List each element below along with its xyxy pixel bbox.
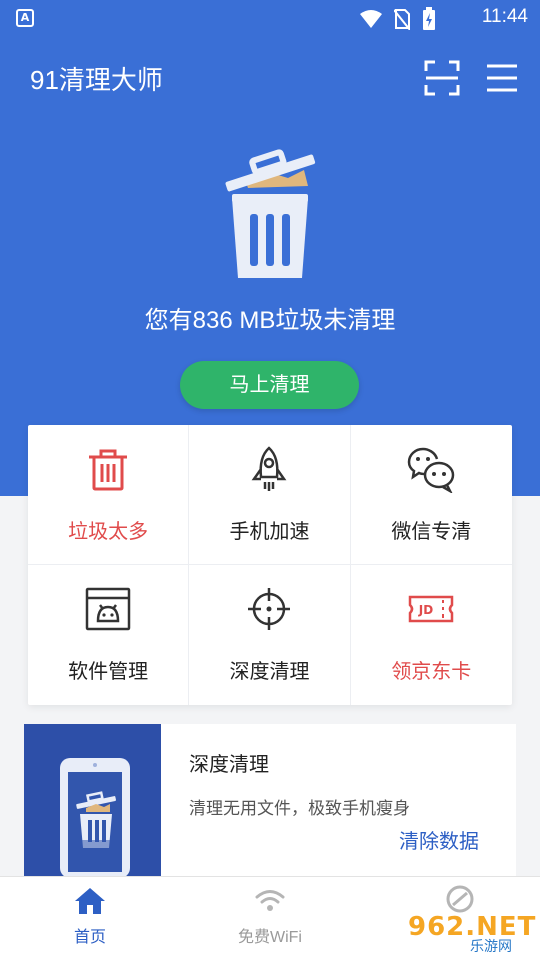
crosshair-icon [248, 588, 291, 630]
clear-data-link[interactable]: 清除数据 [399, 825, 479, 854]
android-box-icon [85, 587, 131, 631]
status-bar: A 11:44 [0, 0, 540, 36]
home-icon [75, 888, 105, 914]
notification-icon: A [16, 9, 34, 27]
grid-item-junk[interactable]: 垃圾太多 [28, 425, 190, 565]
phone-clean-illustration [60, 758, 130, 878]
scan-icon[interactable] [424, 60, 460, 96]
jd-card-icon-text: JD [418, 603, 433, 617]
promo-card[interactable]: 深度清理 清理无用文件，极致手机瘦身 清除数据 [24, 724, 516, 884]
menu-icon[interactable] [486, 62, 518, 94]
no-sim-icon [394, 9, 410, 30]
grid-item-label: 深度清理 [229, 661, 310, 683]
grid-item-label: 软件管理 [68, 661, 149, 683]
rocket-icon [252, 446, 287, 491]
grid-item-label: 微信专清 [391, 521, 472, 543]
feature-grid: 垃圾太多 手机加速 微信专清 软件管理 深度清理 JD 领京东卡 [28, 425, 512, 705]
promo-description: 清理无用文件，极致手机瘦身 [189, 799, 410, 818]
clean-now-button[interactable]: 马上清理 [180, 361, 359, 409]
watermark-subtitle: 乐游网 [470, 939, 512, 955]
nav-free-wifi[interactable]: 免费WiFi [210, 877, 330, 960]
promo-title: 深度清理 [189, 754, 269, 776]
grid-item-boost[interactable]: 手机加速 [189, 425, 351, 565]
jd-card-icon: JD [409, 595, 454, 623]
wechat-icon [408, 447, 455, 493]
junk-summary: 您有836 MB垃圾未清理 [144, 307, 396, 334]
grid-item-label: 垃圾太多 [68, 521, 149, 543]
grid-item-apps[interactable]: 软件管理 [28, 565, 190, 705]
trash-icon [89, 449, 128, 491]
grid-item-jd-card[interactable]: JD 领京东卡 [351, 565, 512, 705]
nav-home[interactable]: 首页 [30, 877, 150, 960]
trash-hero-icon [225, 149, 316, 278]
nav-home-label: 首页 [73, 929, 106, 946]
status-time: 11:44 [481, 6, 528, 27]
app-title: 91清理大师 [30, 65, 163, 95]
grid-item-deep-clean[interactable]: 深度清理 [189, 565, 351, 705]
nav-wifi-label: 免费WiFi [238, 929, 302, 946]
wifi-icon [255, 890, 285, 911]
grid-item-label: 手机加速 [229, 521, 310, 543]
grid-item-label: 领京东卡 [391, 661, 472, 683]
grid-item-wechat[interactable]: 微信专清 [350, 425, 512, 565]
promo-image [24, 724, 161, 884]
status-icons [360, 7, 436, 31]
battery-charging-icon [423, 7, 435, 30]
wifi-status-icon [360, 10, 382, 28]
